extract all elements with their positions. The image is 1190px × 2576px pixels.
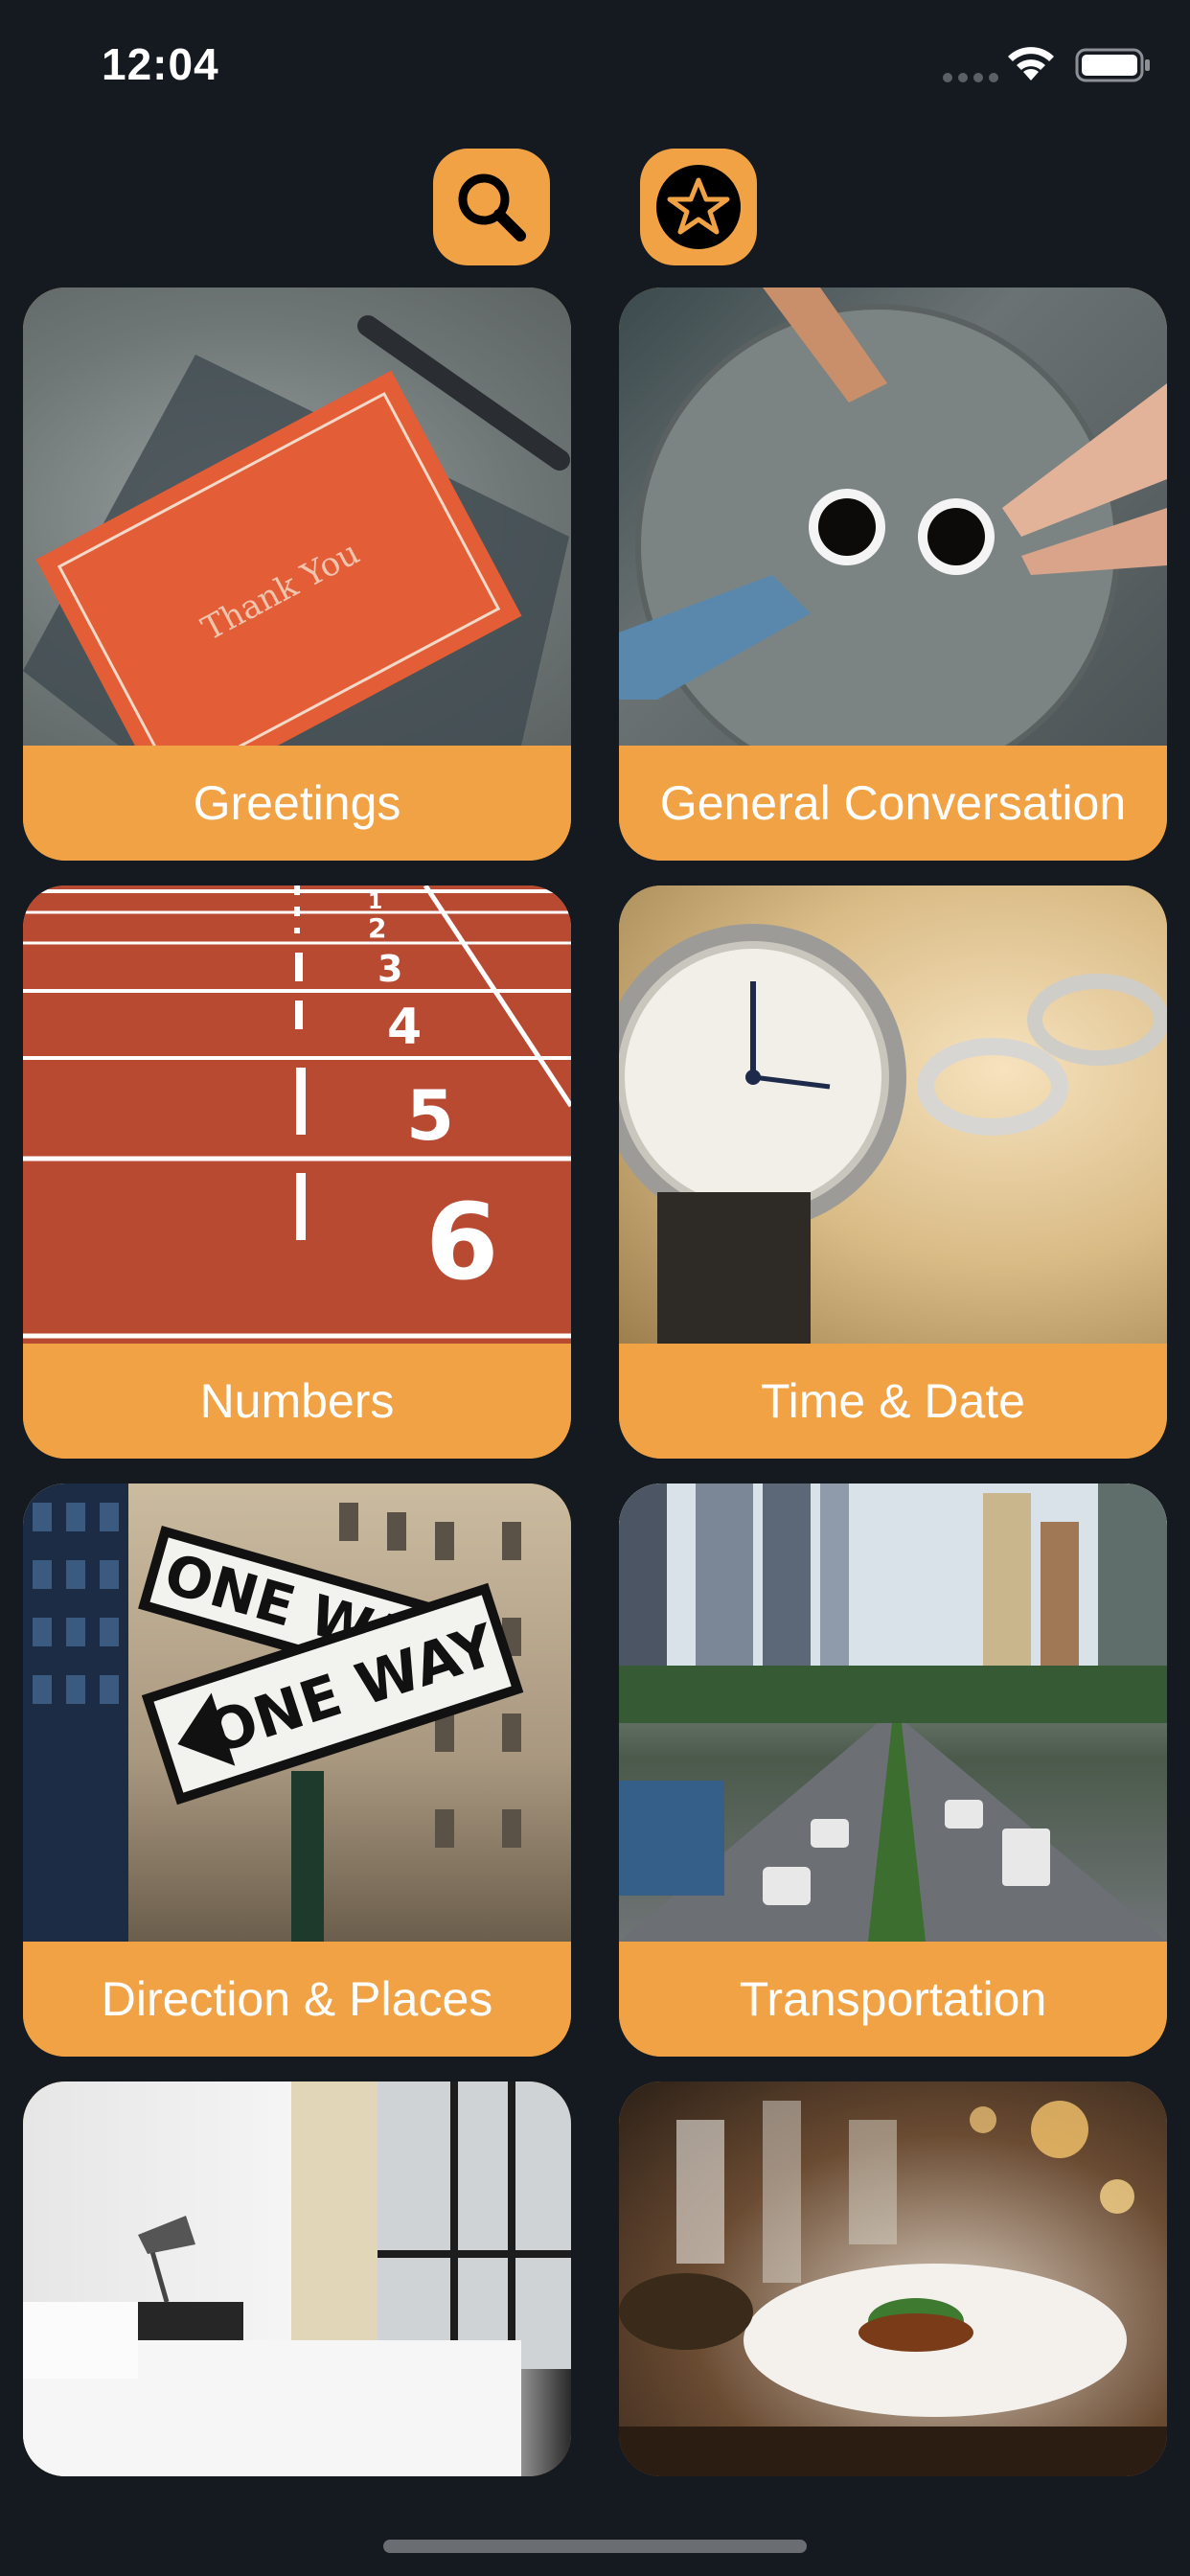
svg-text:6: 6 bbox=[425, 1181, 499, 1303]
svg-text:4: 4 bbox=[387, 999, 422, 1056]
one-way-street-signs-photo: ONE WA ONE WAY bbox=[23, 1484, 571, 1942]
category-label: Direction & Places bbox=[23, 1942, 571, 2057]
svg-text:3: 3 bbox=[378, 948, 402, 990]
status-indicators bbox=[893, 38, 1180, 92]
hotel-room-photo bbox=[23, 2082, 571, 2476]
category-grid: Thank You Greetings General Conversation… bbox=[23, 288, 1167, 2476]
category-label: General Conversation bbox=[619, 746, 1167, 861]
wifi-icon bbox=[1008, 47, 1054, 80]
svg-text:2: 2 bbox=[368, 912, 386, 944]
search-button[interactable] bbox=[433, 149, 550, 265]
search-icon bbox=[458, 173, 526, 242]
category-card-time-date[interactable]: Time & Date bbox=[619, 886, 1167, 1459]
status-time: 12:04 bbox=[102, 39, 219, 89]
category-card-numbers[interactable]: 1 2 3 4 5 6 Numbers bbox=[23, 886, 571, 1459]
category-label: Greetings bbox=[23, 746, 571, 861]
city-traffic-photo bbox=[619, 1484, 1167, 1942]
category-label: Numbers bbox=[23, 1344, 571, 1459]
home-indicator[interactable] bbox=[383, 2540, 807, 2553]
category-card-transportation[interactable]: Transportation bbox=[619, 1484, 1167, 2057]
running-track-lanes-photo: 1 2 3 4 5 6 bbox=[23, 886, 571, 1344]
category-label: Transportation bbox=[619, 1942, 1167, 2057]
watch-and-rings-photo bbox=[619, 886, 1167, 1344]
favorites-button[interactable] bbox=[640, 149, 757, 265]
category-card-direction-places[interactable]: ONE WA ONE WAY Direction & Places bbox=[23, 1484, 571, 2057]
svg-text:5: 5 bbox=[406, 1075, 454, 1156]
cellular-signal-icon bbox=[943, 73, 998, 82]
star-icon bbox=[656, 165, 741, 249]
category-card-accommodation[interactable] bbox=[23, 2082, 571, 2476]
category-label: Time & Date bbox=[619, 1344, 1167, 1459]
battery-icon bbox=[1075, 48, 1150, 82]
category-card-greetings[interactable]: Thank You Greetings bbox=[23, 288, 571, 861]
thank-you-card-photo: Thank You bbox=[23, 288, 571, 746]
coffee-table-photo bbox=[619, 288, 1167, 746]
svg-text:1: 1 bbox=[368, 890, 382, 914]
status-bar: 12:04 bbox=[0, 0, 1190, 125]
category-card-restaurant[interactable] bbox=[619, 2082, 1167, 2476]
restaurant-table-photo bbox=[619, 2082, 1167, 2476]
category-card-general-conversation[interactable]: General Conversation bbox=[619, 288, 1167, 861]
